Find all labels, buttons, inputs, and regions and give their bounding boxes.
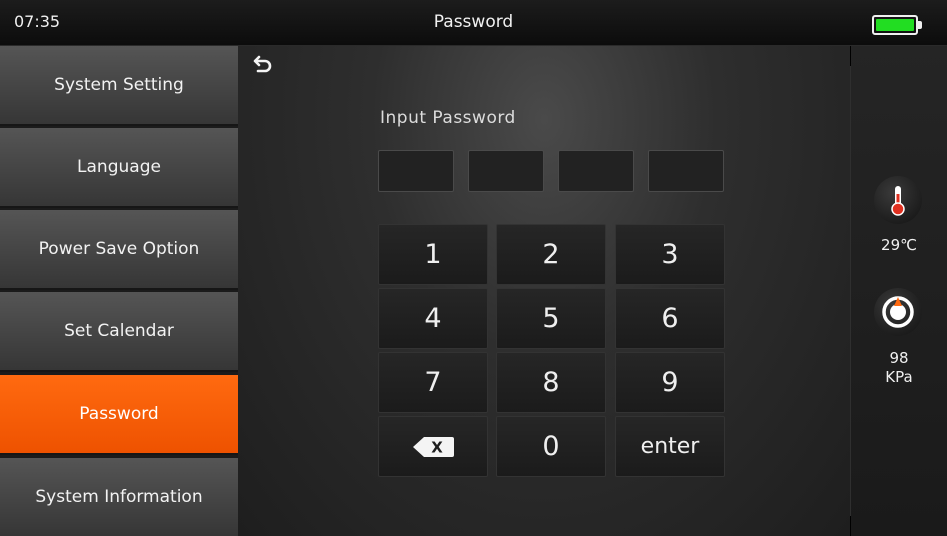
key-5[interactable]: 5 [496,288,606,349]
clock: 07:35 [14,12,61,31]
backspace-glyph: X [431,438,443,456]
sidebar-item-label: Set Calendar [64,321,174,341]
back-arrow-icon[interactable] [252,54,274,74]
status-bar: 07:35 Password [0,0,947,46]
backspace-icon: X [413,436,454,457]
sidebar-item-power-save-option[interactable]: Power Save Option [0,210,238,290]
settings-sidebar: System Setting Language Power Save Optio… [0,46,238,536]
sidebar-item-system-setting[interactable]: System Setting [0,46,238,126]
pin-digit-box [558,150,634,192]
sidebar-item-set-calendar[interactable]: Set Calendar [0,292,238,372]
pressure-unit: KPa [885,368,913,386]
key-6[interactable]: 6 [615,288,725,349]
pressure-gauge-icon [874,288,922,336]
enter-key[interactable]: enter [615,416,725,477]
pin-digit-box [378,150,454,192]
pin-digit-box [468,150,544,192]
sidebar-item-label: Password [79,404,159,424]
sidebar-item-label: System Setting [54,75,184,95]
pin-digit-box [648,150,724,192]
key-0[interactable]: 0 [496,416,606,477]
battery-full-icon [872,15,924,35]
sidebar-item-label: Power Save Option [38,239,200,259]
sidebar-item-label: System Information [35,487,203,507]
key-9[interactable]: 9 [615,352,725,413]
key-4[interactable]: 4 [378,288,488,349]
key-1[interactable]: 1 [378,224,488,285]
key-8[interactable]: 8 [496,352,606,413]
key-7[interactable]: 7 [378,352,488,413]
sidebar-item-label: Language [77,157,161,177]
page-title: Password [433,12,514,32]
temperature-value: 29℃ [881,236,917,254]
thermometer-icon [874,176,922,224]
backspace-key[interactable]: X [378,416,488,477]
sidebar-item-system-information[interactable]: System Information [0,458,238,536]
key-2[interactable]: 2 [496,224,606,285]
password-panel: Input Password 1 2 3 4 5 6 7 8 9 X 0 ent… [238,46,850,536]
input-password-label: Input Password [380,108,516,128]
key-3[interactable]: 3 [615,224,725,285]
sidebar-item-language[interactable]: Language [0,128,238,208]
sidebar-item-password[interactable]: Password [0,375,238,455]
pressure-value: 98 [889,349,909,367]
